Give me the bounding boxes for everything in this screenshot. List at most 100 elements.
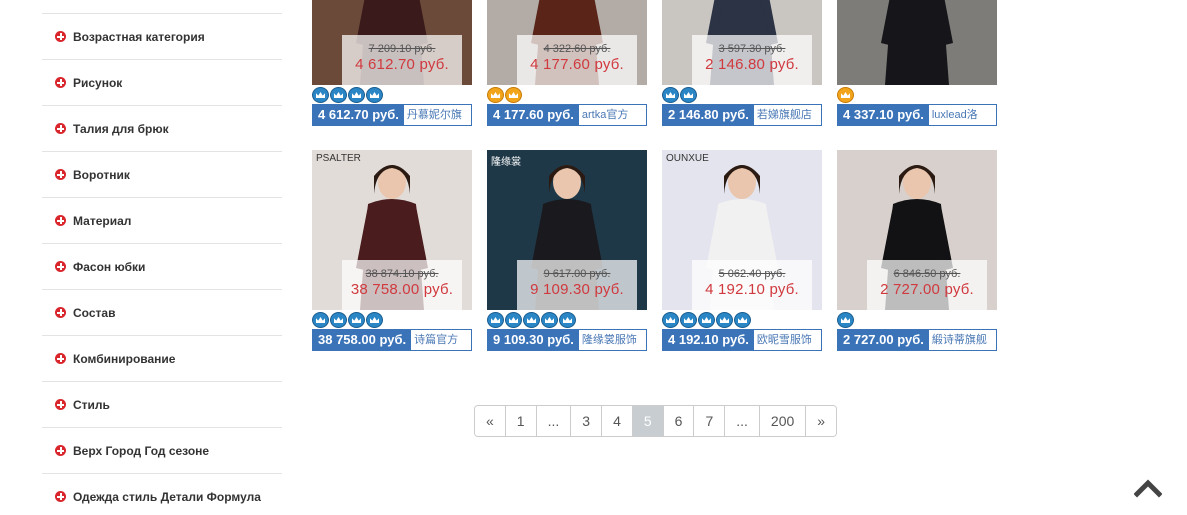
back-to-top-button[interactable] — [1133, 476, 1163, 498]
buy-price: 9 109.30 руб. — [488, 330, 579, 350]
crown-icon — [837, 312, 854, 328]
product-photo[interactable]: 隆缘裳 9 617.00 руб. 9 109.30 руб. — [487, 150, 647, 310]
product-card: 7 209.10 руб. 4 612.70 руб. 4 612.70 руб. 丹… — [312, 0, 472, 126]
plus-circle-icon — [55, 77, 66, 88]
page-link[interactable]: 5 — [631, 406, 663, 436]
pagination: «1... 3 4 5 6 7... 200» — [474, 405, 838, 437]
seller-rating — [487, 85, 647, 103]
crown-icon — [330, 312, 347, 328]
shop-link[interactable]: 若娣旗舰店 — [754, 105, 821, 125]
price-overlay: 4 322.60 руб. 4 177.60 руб. — [517, 35, 637, 85]
price-overlay: 9 617.00 руб. 9 109.30 руб. — [517, 260, 637, 310]
price-overlay: 3 597.30 руб. 2 146.80 руб. — [692, 35, 812, 85]
buy-button[interactable]: 4 177.60 руб. artka官方 — [487, 104, 647, 126]
page-ellipsis[interactable]: ... — [724, 406, 759, 436]
shop-link[interactable]: artka官方 — [579, 105, 646, 125]
filter-item-label: Материал — [73, 213, 132, 228]
filter-item[interactable]: Талия для брюк — [42, 105, 282, 151]
filter-item[interactable]: Материал — [42, 197, 282, 243]
filter-item[interactable]: Стиль — [42, 381, 282, 427]
buy-button[interactable]: 38 758.00 руб. 诗篇官方 — [312, 329, 472, 351]
filter-item[interactable]: Состав — [42, 289, 282, 335]
filter-item[interactable]: Комбинирование — [42, 335, 282, 381]
crown-icon — [662, 87, 679, 103]
product-card: 6 846.50 руб. 2 727.00 руб. 2 727.00 руб. 緞… — [837, 150, 997, 351]
filter-item[interactable]: Возрастная категория — [42, 13, 282, 59]
filter-item[interactable]: Одежда стиль Детали Формула — [42, 473, 282, 515]
crown-icon — [541, 312, 558, 328]
shop-link[interactable]: 诗篇官方 — [411, 330, 471, 350]
buy-button[interactable]: 9 109.30 руб. 隆缘裳服饰 — [487, 329, 647, 351]
filter-item[interactable]: Рисунок — [42, 59, 282, 105]
shop-link[interactable]: 隆缘裳服饰 — [579, 330, 646, 350]
old-price: 7 209.10 руб. — [368, 43, 436, 55]
buy-button[interactable]: 2 727.00 руб. 緞诗蒂旗舰 — [837, 329, 997, 351]
old-price: 3 597.30 руб. — [718, 43, 786, 55]
plus-circle-icon — [55, 261, 66, 272]
product-photo[interactable]: 6 846.50 руб. 2 727.00 руб. — [837, 150, 997, 310]
product-photo[interactable]: OUNXUE 5 062.40 руб. 4 192.10 руб. — [662, 150, 822, 310]
next-page-button[interactable]: » — [805, 406, 837, 436]
page-link[interactable]: 3 — [570, 406, 602, 436]
sale-price: 4 192.10 руб. — [705, 281, 799, 298]
page-link[interactable]: 7 — [693, 406, 725, 436]
page-link[interactable]: 200 — [758, 406, 806, 436]
page-link[interactable]: 1 — [504, 406, 536, 436]
old-price: 38 874.10 руб. — [365, 268, 439, 280]
filter-item[interactable]: Воротник — [42, 151, 282, 197]
shop-link[interactable]: 緞诗蒂旗舰 — [929, 330, 996, 350]
filter-item-label: Возрастная категория — [73, 29, 205, 44]
shop-link[interactable]: 丹慕妮尔旗 — [404, 105, 471, 125]
old-price: 4 322.60 руб. — [543, 43, 611, 55]
product-card: 4 337.10 руб. luxlead洛 — [837, 0, 997, 126]
product-photo[interactable]: 7 209.10 руб. 4 612.70 руб. — [312, 0, 472, 85]
product-card: 隆缘裳 9 617.00 руб. 9 109.30 руб. 9 109.30 ру… — [487, 150, 647, 351]
crown-icon — [312, 312, 329, 328]
price-overlay: 7 209.10 руб. 4 612.70 руб. — [342, 35, 462, 85]
crown-icon — [680, 312, 697, 328]
crown-icon — [348, 87, 365, 103]
plus-circle-icon — [55, 215, 66, 226]
crown-icon — [505, 87, 522, 103]
buy-price: 38 758.00 руб. — [313, 330, 412, 350]
filter-item-label: Одежда стиль Детали Формула — [73, 489, 261, 504]
filter-item[interactable]: Верх Город Год сезоне — [42, 427, 282, 473]
product-card: 3 597.30 руб. 2 146.80 руб. 2 146.80 руб. 若… — [662, 0, 822, 126]
crown-icon — [366, 87, 383, 103]
product-photo[interactable]: 3 597.30 руб. 2 146.80 руб. — [662, 0, 822, 85]
product-photo[interactable] — [837, 0, 997, 85]
buy-button[interactable]: 4 337.10 руб. luxlead洛 — [837, 104, 997, 126]
page-link[interactable]: 6 — [662, 406, 694, 436]
shop-link[interactable]: 欧昵雪服饰 — [754, 330, 821, 350]
buy-button[interactable]: 4 192.10 руб. 欧昵雪服饰 — [662, 329, 822, 351]
sale-price: 2 146.80 руб. — [705, 56, 799, 73]
sale-price: 4 177.60 руб. — [530, 56, 624, 73]
crown-icon — [559, 312, 576, 328]
crown-icon — [523, 312, 540, 328]
product-photo[interactable]: 4 322.60 руб. 4 177.60 руб. — [487, 0, 647, 85]
crown-icon — [734, 312, 751, 328]
crown-icon — [698, 312, 715, 328]
brand-logo-text: OUNXUE — [666, 153, 709, 164]
sale-price: 9 109.30 руб. — [530, 281, 624, 298]
filter-sidebar: Возрастная категория Рисунок Талия для брю… — [42, 0, 282, 515]
filter-item-label: Рисунок — [73, 75, 123, 90]
crown-icon — [680, 87, 697, 103]
shop-link[interactable]: luxlead洛 — [929, 105, 996, 125]
buy-price: 2 146.80 руб. — [663, 105, 754, 125]
seller-rating — [837, 310, 997, 328]
brand-logo-text: PSALTER — [316, 153, 361, 164]
price-overlay: 6 846.50 руб. 2 727.00 руб. — [867, 260, 987, 310]
crown-icon — [366, 312, 383, 328]
prev-page-button[interactable]: « — [475, 406, 505, 436]
old-price: 5 062.40 руб. — [718, 268, 786, 280]
product-card: OUNXUE 5 062.40 руб. 4 192.10 руб. 4 192.10… — [662, 150, 822, 351]
page-ellipsis[interactable]: ... — [535, 406, 571, 436]
filter-item[interactable]: Фасон юбки — [42, 243, 282, 289]
buy-button[interactable]: 2 146.80 руб. 若娣旗舰店 — [662, 104, 822, 126]
crown-icon — [487, 312, 504, 328]
product-photo[interactable]: PSALTER 38 874.10 руб. 38 758.00 руб. — [312, 150, 472, 310]
buy-button[interactable]: 4 612.70 руб. 丹慕妮尔旗 — [312, 104, 472, 126]
buy-price: 4 612.70 руб. — [313, 105, 404, 125]
page-link[interactable]: 4 — [601, 406, 632, 436]
